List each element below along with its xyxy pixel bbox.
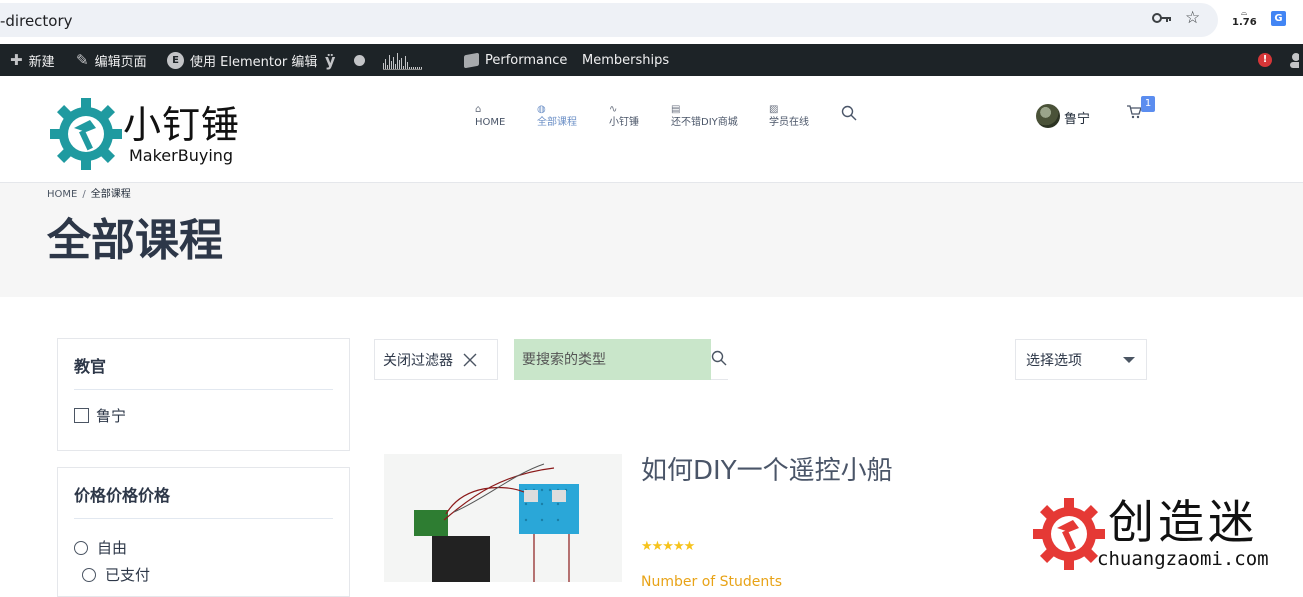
address-bar[interactable]: -directory: [0, 3, 1218, 37]
header-search-icon[interactable]: [841, 105, 857, 121]
close-filter-label: 关闭过滤器: [383, 351, 453, 368]
admin-memberships-button[interactable]: Memberships: [582, 44, 669, 76]
admin-edit-page-label: 编辑页面: [94, 54, 147, 70]
elementor-icon: E: [167, 51, 184, 69]
admin-alert-button[interactable]: !: [1258, 44, 1272, 76]
watermark-subtitle: chuangzaomi.com: [1097, 548, 1269, 570]
filter-instructor-card: 教官 鲁宁: [57, 338, 350, 451]
store-icon: ▤: [671, 104, 681, 115]
plus-icon: ✚: [10, 50, 23, 69]
yoast-icon: ÿ: [325, 50, 336, 70]
pencil-icon: ✎: [76, 50, 89, 69]
course-search-button[interactable]: [711, 339, 728, 380]
stats-sparkline-icon: [383, 50, 422, 70]
nav-hammer-label: 小钉锤: [609, 117, 639, 128]
cart-icon[interactable]: [1126, 105, 1142, 119]
image-icon: ▨: [769, 104, 779, 115]
extension-badge: 1.76: [1232, 17, 1257, 28]
gear-hammer-logo-icon: [50, 98, 122, 170]
instructor-checkbox[interactable]: [74, 408, 89, 423]
rating-stars: ★★★★★: [641, 539, 695, 554]
watermark-gear-icon: [1033, 498, 1105, 570]
user-name[interactable]: 鲁宁: [1064, 108, 1090, 127]
page-title: 全部课程: [47, 215, 223, 266]
page-title-band: HOME / 全部课程 全部课程: [0, 183, 1303, 297]
wp-admin-bar: ✚ 新建 ✎ 编辑页面 E 使用 Elementor 编辑 ÿ Performa…: [0, 44, 1303, 76]
password-key-icon[interactable]: [1152, 11, 1172, 25]
admin-status-button[interactable]: [354, 44, 365, 76]
filter-instructor-title: 教官: [74, 357, 107, 376]
performance-icon: [464, 52, 479, 68]
user-icon: [1290, 53, 1299, 68]
pulse-icon: ∿: [609, 104, 618, 115]
course-meta-label: Number of Students: [641, 574, 783, 590]
watermark: 创造迷 chuangzaomi.com: [1033, 496, 1295, 576]
breadcrumb: HOME / 全部课程: [47, 185, 131, 200]
globe-icon: ◍: [537, 104, 546, 115]
translate-extension-icon[interactable]: G: [1271, 11, 1286, 26]
nav-home[interactable]: ⌂ HOME: [475, 104, 505, 129]
search-icon: [711, 350, 727, 366]
nav-all-courses-label: 全部课程: [537, 117, 577, 128]
admin-stats-button[interactable]: [383, 44, 422, 76]
admin-edit-page-button[interactable]: ✎ 编辑页面: [76, 44, 147, 76]
site-header: 小钉锤 MakerBuying ⌂ HOME ◍ 全部课程 ∿ 小钉锤 ▤ 还不…: [0, 76, 1303, 183]
bookmark-star-icon[interactable]: ☆: [1185, 9, 1200, 27]
logo-title: 小钉锤: [123, 103, 241, 147]
cart-count-badge: 1: [1141, 96, 1155, 112]
speed-gauge-icon: ⌓: [1240, 8, 1248, 17]
course-title[interactable]: 如何DIY一个遥控小船: [641, 454, 893, 488]
extension-speed-button[interactable]: ⌓ 1.76: [1232, 8, 1257, 28]
nav-shop-label: 还不错DIY商城: [671, 117, 738, 128]
admin-performance-label: Performance: [485, 52, 568, 68]
sort-select-value: 选择选项: [1026, 352, 1082, 369]
admin-elementor-button[interactable]: E 使用 Elementor 编辑: [167, 44, 317, 76]
admin-elementor-label: 使用 Elementor 编辑: [190, 54, 318, 70]
chevron-down-icon: [1123, 357, 1135, 363]
avatar[interactable]: [1036, 104, 1060, 128]
price-free-label: 自由: [97, 539, 128, 557]
nav-shop[interactable]: ▤ 还不错DIY商城: [671, 104, 738, 129]
alert-icon: !: [1258, 53, 1272, 67]
course-image: [414, 463, 579, 582]
close-icon: [463, 353, 477, 366]
nav-students-online[interactable]: ▨ 学员在线: [769, 104, 809, 129]
price-paid-radio[interactable]: [82, 567, 96, 582]
instructor-option-label: 鲁宁: [96, 407, 127, 425]
nav-all-courses[interactable]: ◍ 全部课程: [537, 104, 577, 129]
breadcrumb-separator: /: [82, 189, 86, 200]
course-thumbnail[interactable]: [384, 454, 622, 582]
sort-select[interactable]: 选择选项: [1015, 339, 1147, 380]
url-text[interactable]: -directory: [0, 12, 73, 30]
course-search-input[interactable]: [514, 339, 711, 380]
watermark-title: 创造迷: [1108, 495, 1258, 549]
nav-students-online-label: 学员在线: [769, 117, 809, 128]
site-logo[interactable]: 小钉锤 MakerBuying: [50, 98, 250, 170]
breadcrumb-home[interactable]: HOME: [47, 189, 77, 200]
close-filter-button[interactable]: 关闭过滤器: [374, 339, 498, 380]
admin-new-label: 新建: [28, 54, 55, 70]
nav-home-label: HOME: [475, 117, 506, 128]
home-icon: ⌂: [475, 104, 482, 115]
admin-account-button[interactable]: [1289, 44, 1299, 76]
admin-yoast-button[interactable]: ÿ: [325, 44, 335, 76]
filter-price-card: 价格价格价格 自由 已支付: [57, 467, 350, 597]
filter-price-title: 价格价格价格: [74, 486, 171, 505]
filter-price-option-free[interactable]: 自由: [74, 537, 127, 558]
status-dot-icon: [354, 54, 365, 66]
admin-memberships-label: Memberships: [582, 52, 670, 68]
divider: [74, 389, 333, 390]
admin-new-button[interactable]: ✚ 新建: [10, 44, 55, 76]
divider: [74, 518, 333, 519]
nav-hammer[interactable]: ∿ 小钉锤: [609, 104, 639, 129]
logo-subtitle: MakerBuying: [129, 146, 234, 165]
filter-instructor-option[interactable]: 鲁宁: [74, 405, 126, 426]
price-free-radio[interactable]: [74, 540, 88, 555]
admin-performance-button[interactable]: Performance: [464, 44, 567, 76]
browser-toolbar: -directory ☆ ⌓ 1.76 G: [0, 0, 1303, 44]
breadcrumb-current: 全部课程: [90, 189, 131, 200]
